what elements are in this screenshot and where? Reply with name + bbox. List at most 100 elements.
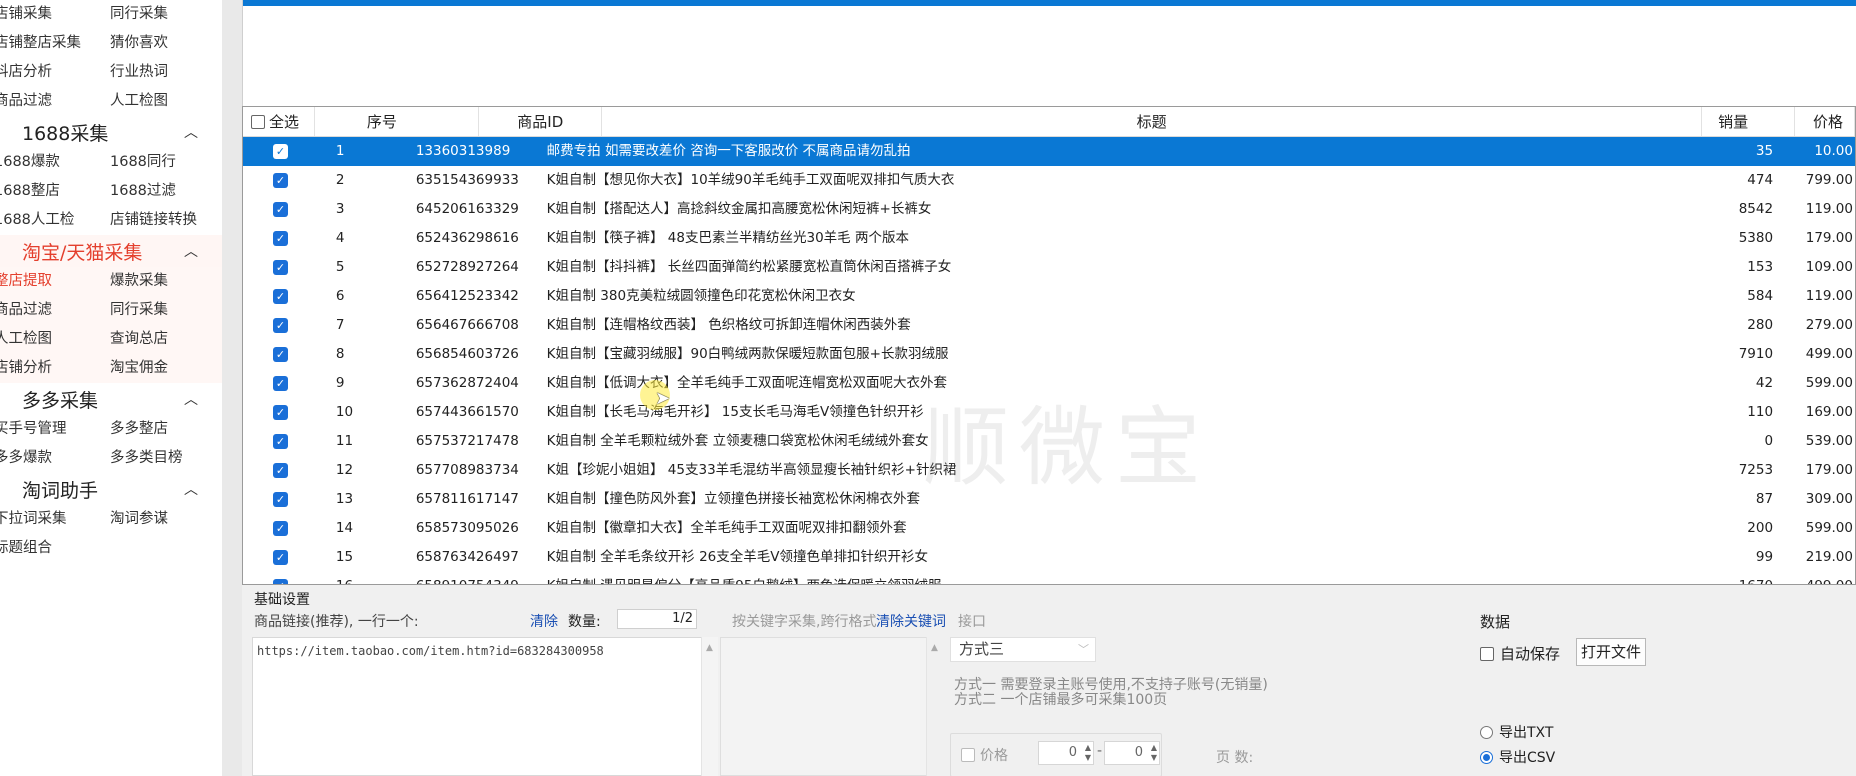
sidebar-item[interactable]: 行业热词 [108, 58, 222, 87]
sidebar-item[interactable]: 1688过滤 [108, 177, 222, 206]
sidebar-item[interactable]: 整店提取 [0, 267, 108, 296]
sidebar-item[interactable]: 店铺采集 [0, 0, 108, 29]
row-checkbox[interactable]: ✓ [272, 318, 288, 333]
sidebar-item[interactable]: 店铺整店采集 [0, 29, 108, 58]
header-price[interactable]: 价格 [1795, 107, 1855, 136]
sidebar-item[interactable]: 猜你喜欢 [108, 29, 222, 58]
header-title[interactable]: 标题 [602, 107, 1703, 136]
row-checkbox-cell[interactable]: ✓ [243, 485, 318, 514]
row-checkbox[interactable]: ✓ [272, 144, 288, 159]
row-checkbox-cell[interactable]: ✓ [243, 195, 318, 224]
auto-save-checkbox[interactable] [1480, 646, 1494, 661]
row-checkbox[interactable]: ✓ [272, 463, 288, 478]
spinner-arrows-icon[interactable]: ▲ ▼ [1085, 743, 1091, 763]
row-checkbox-cell[interactable]: ✓ [243, 137, 318, 166]
chevron-up-icon[interactable]: ︿ [184, 479, 198, 499]
header-select-all[interactable]: 全选 [243, 107, 315, 136]
auto-save-option[interactable]: 自动保存 [1480, 643, 1560, 664]
spinner-arrows-icon[interactable]: ▲ ▼ [1151, 743, 1157, 763]
table-row[interactable]: ✓ 13 657811617147 K姐自制【撞色防风外套】立领撞色拼接长袖宽松休闲棉… [243, 485, 1855, 514]
row-checkbox-cell[interactable]: ✓ [243, 340, 318, 369]
sidebar-item[interactable]: 1688整店 [0, 177, 108, 206]
sidebar-item[interactable]: 同行采集 [108, 296, 222, 325]
sidebar-item[interactable]: 下拉词采集 [0, 505, 108, 534]
row-checkbox-cell[interactable]: ✓ [243, 253, 318, 282]
keyword-textarea[interactable] [720, 637, 940, 776]
export-txt-radio[interactable] [1480, 725, 1493, 739]
sidebar-section-header[interactable]: 淘宝/天猫采集 ︿ [0, 235, 222, 267]
row-checkbox-cell[interactable]: ✓ [243, 398, 318, 427]
sidebar-section-header[interactable]: 1688采集 ︿ [0, 116, 222, 148]
export-csv-option[interactable]: 导出CSV [1480, 747, 1555, 767]
table-row[interactable]: ✓ 12 657708983734 K姐【珍妮小姐姐】 45支33羊毛混纺半高领显瘦长… [243, 456, 1855, 485]
sidebar-item[interactable]: 商品过滤 [0, 296, 108, 325]
select-all-checkbox[interactable] [251, 114, 265, 129]
export-csv-radio[interactable] [1480, 750, 1493, 764]
row-checkbox-cell[interactable]: ✓ [243, 456, 318, 485]
row-checkbox[interactable]: ✓ [272, 173, 288, 188]
price-min-spinner[interactable]: 0 ▲ ▼ [1038, 741, 1094, 765]
row-checkbox-cell[interactable]: ✓ [243, 224, 318, 253]
sidebar-section-header[interactable]: 淘词助手 ︿ [0, 473, 222, 505]
row-checkbox[interactable]: ✓ [272, 492, 288, 507]
row-checkbox-cell[interactable]: ✓ [243, 427, 318, 456]
sidebar-item[interactable]: 1688同行 [108, 148, 222, 177]
table-row[interactable]: ✓ 4 652436298616 K姐自制【筷子裤】 48支巴素兰半精纺丝光30羊毛 … [243, 224, 1855, 253]
table-row[interactable]: ✓ 5 652728927264 K姐自制【抖抖裤】 长丝四面弹简约松紧腰宽松直筒休闲… [243, 253, 1855, 282]
row-checkbox[interactable]: ✓ [272, 202, 288, 217]
export-txt-option[interactable]: 导出TXT [1480, 722, 1553, 742]
row-checkbox-cell[interactable]: ✓ [243, 311, 318, 340]
sidebar-item[interactable]: 人工检图 [108, 87, 222, 116]
sidebar-item[interactable]: 同行采集 [108, 0, 222, 29]
sidebar-item[interactable]: 多多爆款 [0, 444, 108, 473]
row-checkbox-cell[interactable]: ✓ [243, 369, 318, 398]
sidebar-item[interactable]: 查询总店 [108, 325, 222, 354]
open-file-button[interactable]: 打开文件 [1576, 638, 1646, 666]
interface-select[interactable]: 方式三 ﹀ [950, 637, 1096, 662]
sidebar-item[interactable]: 人工检图 [0, 325, 108, 354]
row-checkbox-cell[interactable]: ✓ [243, 572, 318, 584]
sidebar-item[interactable]: 淘词参谋 [108, 505, 222, 534]
price-filter[interactable]: 价格 [961, 745, 1008, 765]
sidebar-item[interactable]: 多多类目榜 [108, 444, 222, 473]
row-checkbox[interactable]: ✓ [272, 231, 288, 246]
header-sales[interactable]: 销量 [1702, 107, 1795, 136]
price-max-spinner[interactable]: 0 ▲ ▼ [1104, 741, 1160, 765]
table-row[interactable]: ✓ 6 656412523342 K姐自制 380克美粒绒圆领撞色印花宽松休闲卫衣女 5… [243, 282, 1855, 311]
row-checkbox-cell[interactable]: ✓ [243, 514, 318, 543]
sidebar-item[interactable]: 商品过滤 [0, 87, 108, 116]
sidebar-item[interactable]: 买手号管理 [0, 415, 108, 444]
sidebar-section-header[interactable]: 多多采集 ︿ [0, 383, 222, 415]
table-row[interactable]: ✓ 1 13360313989 邮费专拍 如需要改差价 咨询一下客服改价 不属商品请勿… [243, 137, 1855, 166]
link-textarea[interactable]: https://item.taobao.com/item.htm?id=6832… [252, 637, 718, 776]
row-checkbox[interactable]: ✓ [272, 434, 288, 449]
row-checkbox[interactable]: ✓ [272, 260, 288, 275]
chevron-up-icon[interactable]: ︿ [184, 122, 198, 142]
row-checkbox[interactable]: ✓ [272, 289, 288, 304]
table-row[interactable]: ✓ 10 657443661570 K姐自制【长毛马海毛开衫】 15支长毛马海毛V领撞… [243, 398, 1855, 427]
sidebar-item[interactable] [108, 534, 222, 563]
row-checkbox[interactable]: ✓ [272, 521, 288, 536]
row-checkbox-cell[interactable]: ✓ [243, 543, 318, 572]
header-index[interactable]: 序号 [315, 107, 480, 136]
chevron-up-icon[interactable]: ︿ [184, 389, 198, 409]
clear-links-button[interactable]: 清除 [530, 611, 558, 631]
row-checkbox-cell[interactable]: ✓ [243, 166, 318, 195]
sidebar-item[interactable]: 多多整店 [108, 415, 222, 444]
sidebar-item[interactable]: 抖店分析 [0, 58, 108, 87]
sidebar-item[interactable]: 店铺分析 [0, 354, 108, 383]
table-row[interactable]: ✓ 11 657537217478 K姐自制 全羊毛颗粒绒外套 立领麦穗口袋宽松休闲毛… [243, 427, 1855, 456]
table-row[interactable]: ✓ 9 657362872404 K姐自制【低调大衣】全羊毛纯手工双面呢连帽宽松双面呢… [243, 369, 1855, 398]
table-row[interactable]: ✓ 15 658763426497 K姐自制 全羊毛条纹开衫 26支全羊毛V领撞色单排… [243, 543, 1855, 572]
sidebar-item[interactable]: 标题组合 [0, 534, 108, 563]
row-checkbox[interactable]: ✓ [272, 550, 288, 565]
sidebar-item[interactable]: 爆款采集 [108, 267, 222, 296]
table-row[interactable]: ✓ 3 645206163329 K姐自制【搭配达人】高捻斜纹金属扣高腰宽松休闲短裤+… [243, 195, 1855, 224]
table-row[interactable]: ✓ 8 656854603726 K姐自制【宝藏羽绒服】90白鸭绒两款保暖短款面包服+… [243, 340, 1855, 369]
clear-keywords-button[interactable]: 清除关键词 [876, 611, 946, 631]
sidebar-item[interactable]: 淘宝佣金 [108, 354, 222, 383]
header-product-id[interactable]: 商品ID [479, 107, 603, 136]
keyword-textarea-scrollbar[interactable]: ▲ [926, 637, 943, 776]
link-textarea-scrollbar[interactable]: ▲ [701, 637, 718, 776]
table-row[interactable]: ✓16658910754349K姐自制 遇见明星偏分【高品质95白鹅绒】两色选保… [243, 572, 1855, 584]
